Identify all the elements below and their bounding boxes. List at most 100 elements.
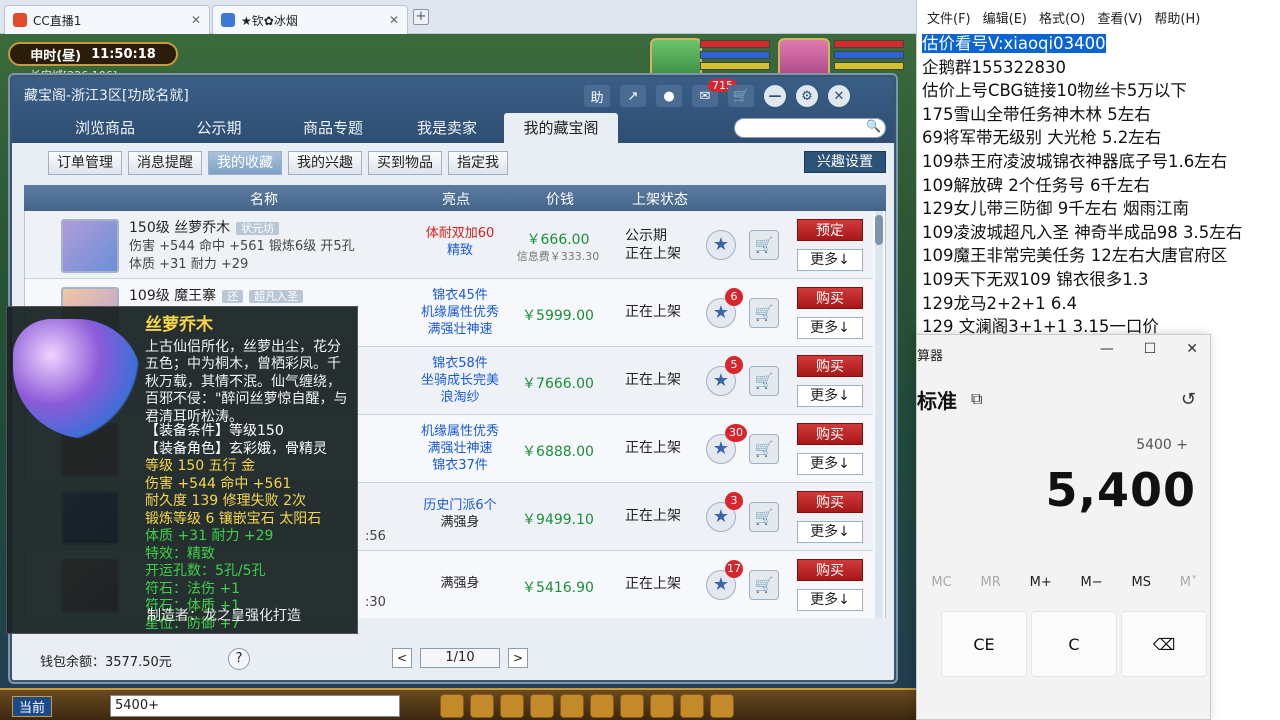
order-management-button[interactable]: 订单管理 xyxy=(48,151,122,175)
item-price: ￥6888.00 xyxy=(522,444,594,460)
menu-help[interactable]: 帮助(H) xyxy=(1154,8,1200,32)
tab-topics[interactable]: 商品专题 xyxy=(276,113,390,143)
team-icon[interactable] xyxy=(530,694,554,718)
skills-icon[interactable] xyxy=(590,694,614,718)
add-to-cart-icon[interactable]: 🛒 xyxy=(749,502,779,532)
settings-gear-icon[interactable]: ⚙ xyxy=(796,85,818,107)
help-button[interactable]: 助 xyxy=(584,85,610,107)
backspace-button[interactable]: ⌫ xyxy=(1121,611,1207,677)
close-tab-icon[interactable]: ✕ xyxy=(191,13,201,27)
share-icon[interactable]: ↗ xyxy=(620,85,646,107)
menu-format[interactable]: 格式(O) xyxy=(1039,8,1085,32)
menu-edit[interactable]: 编辑(E) xyxy=(983,8,1027,32)
buy-button[interactable]: 购买 xyxy=(797,355,863,377)
buy-button[interactable]: 购买 xyxy=(797,423,863,445)
pagination: < 1/10 > xyxy=(392,648,528,668)
tab-my-cbg[interactable]: 我的藏宝阁 xyxy=(504,113,618,143)
minimize-icon[interactable]: — xyxy=(1100,341,1114,357)
item-thumbnail[interactable] xyxy=(61,219,119,273)
memory-list-button[interactable]: M˅ xyxy=(1180,575,1198,590)
friends-icon[interactable] xyxy=(560,694,584,718)
hp-bar xyxy=(834,40,904,48)
notepad-text-area[interactable]: 估价看号V:xiaoqi03400 企鹅群155322830 估价上号CBG链接… xyxy=(917,32,1280,339)
buy-button[interactable]: 购买 xyxy=(797,559,863,581)
inventory-icon[interactable] xyxy=(440,694,464,718)
browser-tab-game[interactable]: ★钦✿冰烟 ✕ xyxy=(212,5,408,34)
search-icon[interactable]: 🔍 xyxy=(866,119,881,133)
memory-recall-button[interactable]: MR xyxy=(981,575,1001,590)
add-to-cart-icon[interactable]: 🛒 xyxy=(749,570,779,600)
reserve-button[interactable]: 预定 xyxy=(797,219,863,241)
shop-icon[interactable] xyxy=(650,694,674,718)
message-icon[interactable]: ✉ 715 xyxy=(692,79,737,107)
cbg-toolbar: 助 ↗ ● ✉ 715 🛒 — ⚙ ✕ xyxy=(584,79,850,107)
memory-add-button[interactable]: M+ xyxy=(1030,575,1052,590)
scrollbar-thumb[interactable] xyxy=(875,215,883,245)
clear-button[interactable]: C xyxy=(1031,611,1117,677)
search-input[interactable]: 🔍 xyxy=(734,118,886,138)
bought-items-button[interactable]: 买到物品 xyxy=(368,151,442,175)
next-page-button[interactable]: > xyxy=(508,648,528,668)
interest-settings-button[interactable]: 兴趣设置 xyxy=(804,151,886,173)
memory-clear-button[interactable]: MC xyxy=(931,575,951,590)
help-icon[interactable]: ? xyxy=(228,648,250,670)
table-scrollbar[interactable] xyxy=(875,211,883,618)
maximize-icon[interactable]: ☐ xyxy=(1144,341,1157,357)
close-tab-icon[interactable]: ✕ xyxy=(389,13,399,27)
cart-icon[interactable]: 🛒 xyxy=(728,85,754,107)
more-button[interactable]: 更多↓ xyxy=(797,317,863,339)
add-to-cart-icon[interactable]: 🛒 xyxy=(749,366,779,396)
table-row[interactable]: 150级 丝萝乔木 状元坊 伤害 +544 命中 +561 锻炼6级 开5孔 体质… xyxy=(25,211,873,279)
minimize-icon[interactable]: — xyxy=(764,85,786,107)
history-icon[interactable]: ↺ xyxy=(1181,389,1196,410)
close-icon[interactable]: ✕ xyxy=(1186,341,1198,357)
assigned-to-me-button[interactable]: 指定我 xyxy=(448,151,508,175)
buy-button[interactable]: 购买 xyxy=(797,287,863,309)
cbg-footer: 钱包余额：3577.50元 ? < 1/10 > xyxy=(32,646,882,672)
item-highlights: 锦衣58件 坐骑成长完美 浪淘纱 xyxy=(405,355,515,406)
keep-on-top-icon[interactable]: ⧉ xyxy=(971,389,982,409)
tab-publicity[interactable]: 公示期 xyxy=(162,113,276,143)
mp-bar xyxy=(700,51,770,59)
my-interests-button[interactable]: 我的兴趣 xyxy=(288,151,362,175)
guild-icon[interactable] xyxy=(620,694,644,718)
tab-browse[interactable]: 浏览商品 xyxy=(48,113,162,143)
memory-store-button[interactable]: MS xyxy=(1131,575,1150,590)
more-button[interactable]: 更多↓ xyxy=(797,453,863,475)
my-favorites-button[interactable]: 我的收藏 xyxy=(208,151,282,175)
message-reminder-button[interactable]: 消息提醒 xyxy=(128,151,202,175)
menu-view[interactable]: 查看(V) xyxy=(1097,8,1142,32)
quest-icon[interactable] xyxy=(500,694,524,718)
col-highlight: 亮点 xyxy=(442,192,470,208)
favorite-star-icon[interactable]: ★ xyxy=(706,230,736,260)
item-tag: 状元坊 xyxy=(236,222,280,235)
highlight-line: 精致 xyxy=(446,243,473,258)
system-icon[interactable] xyxy=(710,694,734,718)
new-tab-button[interactable]: + xyxy=(413,9,429,25)
browser-tab-cc-live[interactable]: CC直播1 ✕ xyxy=(4,5,210,34)
memory-subtract-button[interactable]: M− xyxy=(1081,575,1103,590)
tooltip-attribute-line: 【装备条件】等级150 xyxy=(145,423,284,439)
add-to-cart-icon[interactable]: 🛒 xyxy=(749,230,779,260)
chat-channel-button[interactable]: 当前 xyxy=(12,696,53,717)
prev-page-button[interactable]: < xyxy=(392,648,412,668)
pet-icon[interactable] xyxy=(470,694,494,718)
text-line: 175雪山全带任务神木林 5左右 xyxy=(922,104,1151,124)
item-name: 109级 魔王寨还超凡入圣 xyxy=(129,285,304,305)
tooltip-attribute-line: 耐久度 139 修理失败 2次 xyxy=(145,493,306,509)
more-button[interactable]: 更多↓ xyxy=(797,385,863,407)
more-button[interactable]: 更多↓ xyxy=(797,521,863,543)
tab-seller[interactable]: 我是卖家 xyxy=(390,113,504,143)
more-button[interactable]: 更多↓ xyxy=(797,589,863,611)
record-icon[interactable]: ● xyxy=(656,85,682,107)
buy-button[interactable]: 购买 xyxy=(797,491,863,513)
add-to-cart-icon[interactable]: 🛒 xyxy=(749,434,779,464)
clear-entry-button[interactable]: CE xyxy=(941,611,1027,677)
more-button[interactable]: 更多↓ xyxy=(797,249,863,271)
chat-input[interactable]: 5400+ xyxy=(110,695,400,717)
map-icon[interactable] xyxy=(680,694,704,718)
add-to-cart-icon[interactable]: 🛒 xyxy=(749,298,779,328)
item-highlights: 历史门派6个 满强身 xyxy=(405,497,515,531)
close-icon[interactable]: ✕ xyxy=(828,85,850,107)
menu-file[interactable]: 文件(F) xyxy=(927,8,971,32)
